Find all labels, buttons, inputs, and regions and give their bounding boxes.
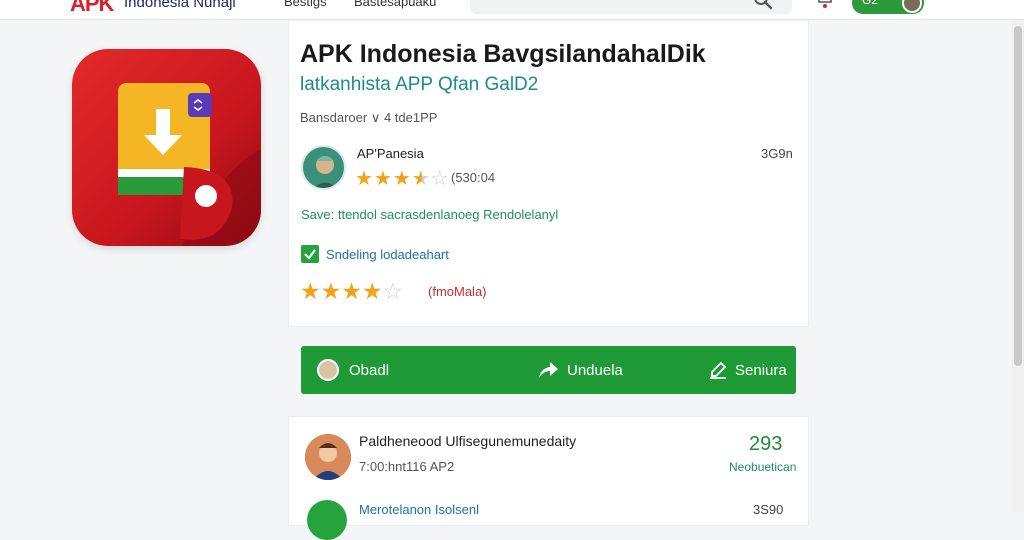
app-rating-label: (fmoMala) (428, 284, 487, 299)
star-icon: ★ (341, 278, 362, 304)
developer-rating-stars: ★★★★☆ (355, 166, 450, 191)
search-icon[interactable] (752, 0, 776, 12)
action-bar: Obadl Unduela Seniura (301, 346, 796, 394)
open-button-label: Obadl (349, 361, 390, 379)
star-icon: ★ (361, 278, 383, 304)
share-icon (539, 362, 558, 378)
star-half-icon: ★ (411, 168, 431, 190)
app-tagline: Save: ttendol sacrasdenlanoeg Rendolelan… (301, 207, 559, 222)
user-label: G2 (862, 0, 879, 7)
avatar-icon (317, 359, 339, 381)
star-icon: ★ (355, 168, 374, 190)
list-item-meta: 7:00:hnt116 AP2 (359, 459, 455, 474)
review-button[interactable]: Seniura (709, 346, 787, 394)
list-item-title[interactable]: Paldheneood Ulfisegunemunedaity (359, 433, 576, 449)
developer-count: 3G9n (761, 146, 793, 161)
developer-name[interactable]: AP'Panesia (357, 146, 424, 161)
list-item-number-2: 3S90 (753, 502, 784, 517)
list-item-label: Neobuetican (729, 460, 797, 474)
star-empty-icon: ☆ (430, 168, 450, 190)
brand-logo[interactable]: APK (70, 0, 114, 17)
download-button-label: Unduela (567, 361, 623, 379)
list-item-icon (307, 500, 347, 540)
star-icon: ★ (300, 278, 321, 304)
star-icon: ★ (320, 278, 342, 304)
open-button[interactable]: Obadl (317, 346, 389, 394)
star-icon: ★ (392, 168, 412, 190)
verified-check-icon (301, 245, 319, 263)
review-button-label: Seniura (735, 361, 787, 379)
app-title: APK Indonesia BavgsilandahalDik (300, 40, 706, 68)
scrollbar-thumb[interactable] (1014, 26, 1022, 366)
top-nav-bar: APK Indonesia Nunaji Bestigs Bastesapuak… (0, 0, 1024, 20)
bell-icon[interactable] (815, 0, 835, 12)
edit-icon (710, 361, 727, 379)
nav-link-1[interactable]: Bestigs (284, 0, 327, 9)
star-icon: ★ (373, 168, 393, 190)
list-item-avatar (305, 434, 351, 480)
developer-avatar[interactable] (301, 145, 346, 190)
user-avatar (902, 0, 922, 13)
developer-rating-count: (530:04 (451, 170, 496, 185)
app-rating-stars: ★★★★☆ (300, 278, 403, 305)
download-button[interactable]: Unduela (537, 346, 623, 394)
developer-dropdown[interactable]: Bansdaroer ∨ 4 tde1PP (300, 110, 437, 126)
verified-link[interactable]: Sndeling lodadeahart (326, 247, 449, 262)
nav-link-2[interactable]: Bastesapuaku (354, 0, 436, 9)
app-subtitle[interactable]: latkanhista APP Qfan GalD2 (300, 74, 538, 96)
app-icon (72, 49, 261, 246)
search-input[interactable] (470, 0, 792, 14)
list-item-number: 293 (749, 433, 783, 455)
list-item-title-2[interactable]: Merotelanon Isolsenl (359, 502, 479, 517)
page-scrollbar[interactable] (1012, 20, 1024, 512)
brand-name[interactable]: Indonesia Nunaji (124, 0, 236, 11)
download-book-icon (118, 83, 261, 246)
star-empty-icon: ☆ (382, 278, 404, 304)
user-menu-button[interactable]: G2 (852, 0, 924, 14)
